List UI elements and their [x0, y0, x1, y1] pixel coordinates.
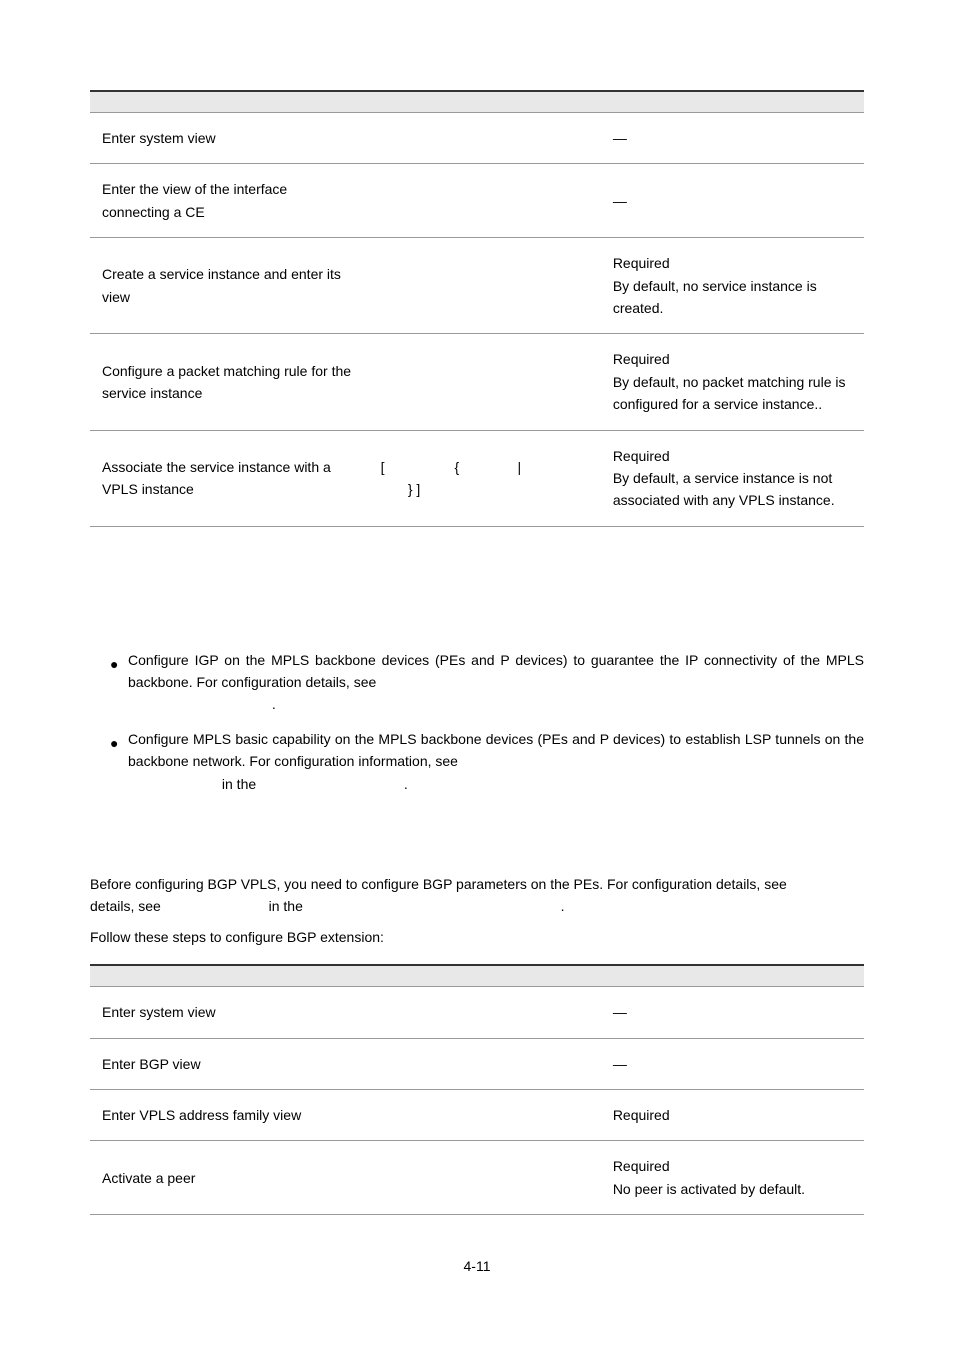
cell-command [369, 113, 601, 164]
cell-description: Create a service instance and enter its … [90, 238, 369, 334]
cell-command [369, 987, 601, 1038]
bullet-text-part: Configure MPLS basic capability on the M… [128, 731, 864, 769]
cell-command [369, 164, 601, 238]
cell-command [369, 1038, 601, 1089]
bullet-text-mid: in the [222, 776, 260, 792]
cell-description: Activate a peer [90, 1141, 369, 1215]
cell-remarks: Required [601, 1089, 864, 1140]
page-number: 4-11 [90, 1255, 864, 1277]
cell-remarks: RequiredBy default, no packet matching r… [601, 334, 864, 430]
cell-remarks: — [601, 1038, 864, 1089]
bullet-text-tail: . [272, 696, 276, 712]
table-header [90, 91, 369, 113]
table-row: Enter BGP view — [90, 1038, 864, 1089]
bullet-item: ● Configure IGP on the MPLS backbone dev… [110, 649, 864, 716]
table-row: Enter system view — [90, 113, 864, 164]
table-header [601, 965, 864, 987]
cell-remarks: — [601, 987, 864, 1038]
table-row: Associate the service instance with a VP… [90, 430, 864, 526]
table-header [369, 965, 601, 987]
config-table-2: Enter system view — Enter BGP view — Ent… [90, 964, 864, 1215]
table-row: Activate a peer RequiredNo peer is activ… [90, 1141, 864, 1215]
cell-remarks: — [601, 164, 864, 238]
paragraph-text: details, see [90, 898, 165, 914]
config-table-1: Enter system view — Enter the view of th… [90, 90, 864, 527]
cell-description: Associate the service instance with a VP… [90, 430, 369, 526]
paragraph-text: Before configuring BGP VPLS, you need to… [90, 876, 787, 892]
table-header-row [90, 91, 864, 113]
cell-command: [ { | } ] [369, 430, 601, 526]
paragraph-text: in the [269, 898, 307, 914]
table-row: Enter system view — [90, 987, 864, 1038]
cell-command [369, 238, 601, 334]
bullet-item: ● Configure MPLS basic capability on the… [110, 728, 864, 795]
bullet-marker-icon: ● [110, 649, 128, 675]
cell-command [369, 334, 601, 430]
cell-description: Enter system view [90, 987, 369, 1038]
cell-remarks: RequiredBy default, no service instance … [601, 238, 864, 334]
table-row: Enter the view of the interface connecti… [90, 164, 864, 238]
paragraph: Before configuring BGP VPLS, you need to… [90, 873, 864, 918]
bullet-marker-icon: ● [110, 728, 128, 754]
bullet-text-part: Configure IGP on the MPLS backbone devic… [128, 652, 864, 690]
table-header-row [90, 965, 864, 987]
cell-description: Enter VPLS address family view [90, 1089, 369, 1140]
table-row: Enter VPLS address family view Required [90, 1089, 864, 1140]
bullet-text-tail: . [404, 776, 408, 792]
table-header [369, 91, 601, 113]
cell-command [369, 1141, 601, 1215]
cell-command [369, 1089, 601, 1140]
bullet-text: Configure IGP on the MPLS backbone devic… [128, 649, 864, 716]
table-header [601, 91, 864, 113]
table-row: Configure a packet matching rule for the… [90, 334, 864, 430]
paragraph-text: . [561, 898, 565, 914]
cell-description: Enter BGP view [90, 1038, 369, 1089]
paragraph: Follow these steps to configure BGP exte… [90, 926, 864, 948]
cell-description: Configure a packet matching rule for the… [90, 334, 369, 430]
cell-remarks: RequiredNo peer is activated by default. [601, 1141, 864, 1215]
cell-description: Enter the view of the interface connecti… [90, 164, 369, 238]
table-header [90, 965, 369, 987]
cell-description: Enter system view [90, 113, 369, 164]
cell-remarks: RequiredBy default, a service instance i… [601, 430, 864, 526]
bullet-text: Configure MPLS basic capability on the M… [128, 728, 864, 795]
cell-remarks: — [601, 113, 864, 164]
table-row: Create a service instance and enter its … [90, 238, 864, 334]
